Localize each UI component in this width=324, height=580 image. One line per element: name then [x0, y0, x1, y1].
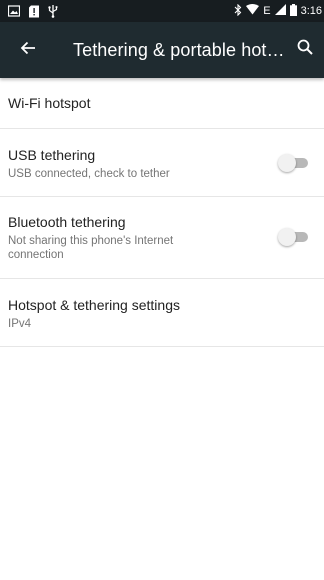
item-title: Hotspot & tethering settings	[8, 297, 180, 313]
page-title: Tethering & portable hotspot	[73, 40, 291, 60]
usb-icon	[48, 4, 58, 21]
alert-notification-icon	[28, 5, 40, 21]
toggle-thumb	[278, 228, 296, 246]
app-bar: Tethering & portable hotspot	[0, 22, 324, 78]
search-icon	[297, 39, 313, 60]
search-button[interactable]	[288, 32, 322, 66]
usb-tethering-toggle[interactable]	[278, 153, 310, 173]
image-notification-icon	[7, 5, 21, 20]
settings-list: Wi-Fi hotspot USB tethering USB connecte…	[0, 78, 324, 347]
usb-tethering-item[interactable]: USB tethering USB connected, check to te…	[0, 129, 324, 197]
bluetooth-tethering-item[interactable]: Bluetooth tethering Not sharing this pho…	[0, 197, 324, 279]
item-subtitle: USB connected, check to tether	[8, 168, 170, 180]
item-subtitle: IPv4	[8, 318, 32, 330]
back-button[interactable]	[8, 30, 48, 70]
status-bar-left-icons	[7, 4, 58, 21]
hotspot-settings-item[interactable]: Hotspot & tethering settings IPv4	[0, 279, 324, 347]
battery-icon	[289, 3, 297, 19]
toggle-thumb	[278, 154, 296, 172]
status-time: 3:16	[300, 5, 322, 17]
item-title: Bluetooth tethering	[8, 214, 126, 230]
status-bar-right-icons: E 3:16	[234, 3, 322, 19]
status-bar: E 3:16	[0, 0, 324, 22]
item-title: Wi-Fi hotspot	[8, 95, 91, 111]
bluetooth-icon	[234, 3, 242, 19]
arrow-back-icon	[20, 40, 36, 61]
item-title: USB tethering	[8, 147, 96, 163]
signal-icon	[274, 4, 286, 18]
wifi-icon	[246, 4, 260, 18]
bluetooth-tethering-toggle[interactable]	[278, 227, 310, 247]
item-subtitle: Not sharing this phone's Internet connec…	[8, 235, 174, 261]
network-type-label: E	[263, 5, 271, 17]
wifi-hotspot-item[interactable]: Wi-Fi hotspot	[0, 78, 324, 129]
